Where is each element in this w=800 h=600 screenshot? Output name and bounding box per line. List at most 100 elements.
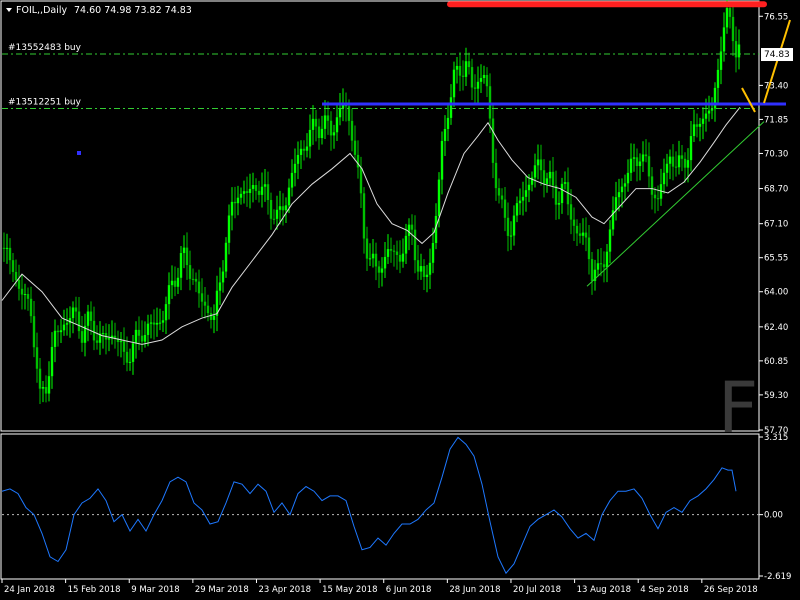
price-tick-label: 76.55 <box>764 12 788 22</box>
candle-body <box>452 69 456 98</box>
candle-body <box>614 197 618 211</box>
candle-body <box>143 334 147 342</box>
candle-body <box>437 179 441 216</box>
candle-body <box>620 186 624 193</box>
candle-body <box>686 160 690 168</box>
candle-body <box>560 183 564 204</box>
time-tick-label: 29 Mar 2018 <box>195 585 249 595</box>
candle-body <box>101 333 105 335</box>
candle-body <box>152 322 156 325</box>
candle-body <box>155 322 159 325</box>
price-tick-label: 67.10 <box>764 220 788 230</box>
candle-body <box>695 124 699 127</box>
candle-body <box>41 387 45 389</box>
time-tick-label: 15 May 2018 <box>322 585 377 595</box>
candle-body <box>23 294 27 296</box>
candle-body <box>650 176 654 195</box>
candle-body <box>488 86 492 119</box>
candle-body <box>605 251 609 268</box>
candle-body <box>302 148 306 151</box>
candle-body <box>80 331 84 343</box>
candle-body <box>500 195 504 200</box>
candle-body <box>419 266 423 272</box>
candle-body <box>527 184 531 191</box>
candle-body <box>563 182 567 184</box>
candle-body <box>584 232 588 238</box>
candle-body <box>353 140 357 155</box>
price-tick-label: 59.30 <box>764 391 788 401</box>
candle-body <box>539 159 543 171</box>
candle-body <box>449 97 453 118</box>
candle-body <box>404 235 408 254</box>
candle-body <box>440 140 444 180</box>
candle-body <box>239 193 243 198</box>
candle-body <box>602 264 606 268</box>
candle-body <box>734 41 738 58</box>
candle-body <box>158 322 162 324</box>
candle-body <box>668 156 672 164</box>
candle-body <box>35 347 39 369</box>
price-tick-label: 64.00 <box>764 288 788 298</box>
candle-body <box>365 238 369 259</box>
candle-body <box>230 201 234 216</box>
candle-body <box>428 262 432 275</box>
candle-body <box>572 219 576 226</box>
candle-body <box>683 158 687 168</box>
candle-body <box>305 146 309 151</box>
candle-body <box>350 120 354 141</box>
candle-body <box>233 201 237 204</box>
candle-body <box>332 132 336 136</box>
candle-body <box>329 120 333 136</box>
candle-body <box>407 224 411 236</box>
candle-body <box>176 277 180 287</box>
candle-body <box>575 225 579 234</box>
candle-body <box>674 166 678 168</box>
candle-body <box>95 340 99 343</box>
candle-body <box>410 224 414 230</box>
candle-body <box>536 159 540 166</box>
candle-body <box>401 253 405 262</box>
candle-body <box>554 185 558 205</box>
candle-body <box>638 161 642 167</box>
candle-body <box>119 341 123 343</box>
candle-body <box>512 215 516 236</box>
current-price-tag: 74.83 <box>761 48 793 62</box>
candle-body <box>278 206 282 210</box>
candle-body <box>497 188 501 196</box>
candle-body <box>197 281 201 294</box>
candle-body <box>377 266 381 273</box>
candle-body <box>200 293 204 302</box>
candle-body <box>164 304 168 321</box>
candle-body <box>65 323 69 325</box>
background <box>0 0 800 600</box>
candle-body <box>518 200 522 204</box>
candle-body <box>524 190 528 197</box>
candle-body <box>641 154 645 162</box>
candle-body <box>542 170 546 184</box>
time-tick-label: 13 Aug 2018 <box>577 585 631 595</box>
oscillator-tick-label: -2.619 <box>764 572 791 582</box>
candle-body <box>368 258 372 260</box>
oscillator-tick-label: 3.315 <box>764 433 788 443</box>
candle-body <box>491 118 495 163</box>
time-tick-label: 28 Jun 2018 <box>449 585 500 595</box>
candle-body <box>221 271 225 283</box>
candle-body <box>455 65 459 70</box>
candle-body <box>308 129 312 147</box>
candle-body <box>128 361 132 363</box>
marker-dot <box>77 151 81 155</box>
candle-body <box>194 278 198 282</box>
candle-body <box>689 136 693 161</box>
candle-body <box>551 171 555 186</box>
candle-body <box>677 155 681 168</box>
candle-body <box>326 115 330 121</box>
candle-body <box>656 198 660 200</box>
time-tick-label: 26 Sep 2018 <box>704 585 758 595</box>
candle-body <box>722 27 726 52</box>
chart-header: FOIL,,Daily 74.60 74.98 73.82 74.83 <box>6 5 192 16</box>
candle-body <box>665 163 669 173</box>
candle-body <box>32 316 36 348</box>
candle-body <box>644 154 648 157</box>
candle-body <box>731 16 735 42</box>
candle-body <box>290 172 294 188</box>
